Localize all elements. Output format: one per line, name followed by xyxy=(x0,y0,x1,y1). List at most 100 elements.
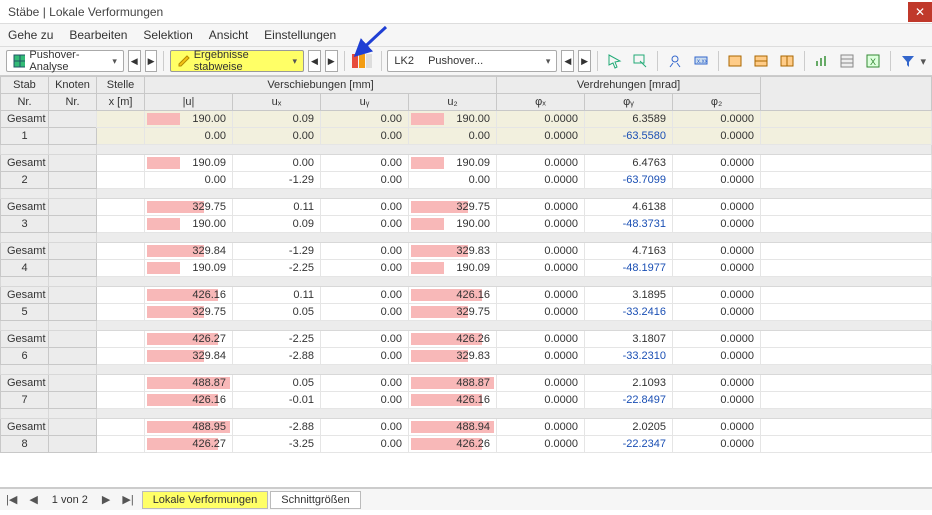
value-cell: 0.0000 xyxy=(497,419,585,436)
knoten-cell[interactable] xyxy=(49,243,97,260)
knoten-cell[interactable] xyxy=(49,199,97,216)
stelle-cell xyxy=(97,128,145,145)
value-cell: -0.01 xyxy=(233,392,321,409)
tool-chart[interactable] xyxy=(811,50,833,72)
close-button[interactable]: ✕ xyxy=(908,2,932,22)
value-cell: 0.00 xyxy=(321,128,409,145)
filter-more[interactable]: ▾ xyxy=(920,55,926,68)
lc-code: LK2 xyxy=(394,55,414,67)
value-cell: -48.1977 xyxy=(585,260,673,277)
tool-window[interactable] xyxy=(630,50,652,72)
menu-einstellungen[interactable]: Einstellungen xyxy=(264,28,336,42)
value-cell: 329.75 xyxy=(409,199,497,216)
value-cell: 488.95 xyxy=(145,419,233,436)
stelle-cell xyxy=(97,111,145,128)
value-cell: 0.0000 xyxy=(497,128,585,145)
menu-gehe-zu[interactable]: Gehe zu xyxy=(8,28,53,42)
value-cell: 0.00 xyxy=(321,155,409,172)
table-icon xyxy=(13,54,25,68)
value-cell: 2.1093 xyxy=(585,375,673,392)
knoten-cell[interactable] xyxy=(49,111,97,128)
row-id: 1 xyxy=(1,128,49,145)
header-uz: u₂ xyxy=(409,94,497,111)
value-cell: 426.27 xyxy=(145,331,233,348)
value-cell: 0.00 xyxy=(321,199,409,216)
menubar: Gehe zu Bearbeiten Selektion Ansicht Ein… xyxy=(0,24,932,47)
value-cell: 0.0000 xyxy=(673,172,761,189)
stelle-cell xyxy=(97,287,145,304)
value-cell: 0.00 xyxy=(145,128,233,145)
value-cell: -33.2310 xyxy=(585,348,673,365)
results-dropdown[interactable]: Ergebnisse stabweise ▾ xyxy=(170,50,304,72)
knoten-cell[interactable] xyxy=(49,419,97,436)
value-cell: -1.29 xyxy=(233,172,321,189)
results-prev[interactable]: ◀ xyxy=(308,50,321,72)
analysis-next[interactable]: ▶ xyxy=(145,50,158,72)
tab-schnittgroessen[interactable]: Schnittgrößen xyxy=(270,491,360,509)
tool-filter[interactable] xyxy=(897,50,919,72)
lc-next[interactable]: ▶ xyxy=(578,50,591,72)
menu-bearbeiten[interactable]: Bearbeiten xyxy=(69,28,127,42)
knoten-cell[interactable] xyxy=(49,375,97,392)
tool-select[interactable] xyxy=(604,50,626,72)
value-cell: 0.0000 xyxy=(673,155,761,172)
analysis-prev[interactable]: ◀ xyxy=(128,50,141,72)
color-toggle[interactable] xyxy=(351,50,375,72)
tab-lokale-verformungen[interactable]: Lokale Verformungen xyxy=(142,491,269,509)
table-row-gesamt: Gesamt 329.84 -1.29 0.00 329.83 0.0000 4… xyxy=(1,243,932,260)
row-label: Gesamt xyxy=(1,331,49,348)
tool-table1[interactable] xyxy=(725,50,747,72)
spacer-row xyxy=(1,365,932,375)
value-cell: 0.00 xyxy=(321,243,409,260)
page-first[interactable]: |◀ xyxy=(0,493,23,506)
value-cell: 3.1807 xyxy=(585,331,673,348)
menu-selektion[interactable]: Selektion xyxy=(143,28,192,42)
value-cell: 190.09 xyxy=(409,260,497,277)
menu-ansicht[interactable]: Ansicht xyxy=(209,28,248,42)
tool-table3[interactable] xyxy=(776,50,798,72)
value-cell: -63.7099 xyxy=(585,172,673,189)
value-cell: -2.25 xyxy=(233,260,321,277)
value-cell: 0.0000 xyxy=(673,348,761,365)
header-stelle: Stelle xyxy=(97,77,145,94)
tool-labels[interactable]: x.xx xyxy=(690,50,712,72)
tool-table2[interactable] xyxy=(750,50,772,72)
page-next[interactable]: ▶ xyxy=(96,493,116,506)
value-cell: 0.0000 xyxy=(497,172,585,189)
row-id: 4 xyxy=(1,260,49,277)
lc-prev[interactable]: ◀ xyxy=(561,50,574,72)
value-cell: 0.0000 xyxy=(497,375,585,392)
value-cell: 329.75 xyxy=(145,304,233,321)
header-knoten: Knoten xyxy=(49,77,97,94)
tool-sheet[interactable] xyxy=(836,50,858,72)
value-cell: 0.0000 xyxy=(497,287,585,304)
knoten-cell[interactable] xyxy=(49,155,97,172)
svg-text:X: X xyxy=(870,57,876,67)
value-cell: -48.3731 xyxy=(585,216,673,233)
page-indicator: 1 von 2 xyxy=(44,494,96,506)
value-cell: 0.0000 xyxy=(497,111,585,128)
value-cell: 0.0000 xyxy=(497,243,585,260)
analysis-label: Pushover-Analyse xyxy=(29,49,108,73)
analysis-dropdown[interactable]: Pushover-Analyse ▾ xyxy=(6,50,124,72)
page-prev[interactable]: ◀ xyxy=(23,493,43,506)
value-cell: 329.84 xyxy=(145,348,233,365)
table-row: 7 426.16 -0.01 0.00 426.16 0.0000 -22.84… xyxy=(1,392,932,409)
value-cell: 190.00 xyxy=(145,111,233,128)
results-label: Ergebnisse stabweise xyxy=(194,49,289,73)
knoten-cell[interactable] xyxy=(49,287,97,304)
value-cell: 0.05 xyxy=(233,304,321,321)
value-cell: 0.0000 xyxy=(497,331,585,348)
tool-excel[interactable]: X xyxy=(862,50,884,72)
value-cell: 0.00 xyxy=(321,348,409,365)
tool-view[interactable] xyxy=(664,50,686,72)
loadcase-dropdown[interactable]: LK2 Pushover... ▾ xyxy=(387,50,557,72)
results-next[interactable]: ▶ xyxy=(325,50,338,72)
knoten-cell[interactable] xyxy=(49,331,97,348)
window-title: Stäbe | Lokale Verformungen xyxy=(8,5,163,19)
value-cell: 0.00 xyxy=(321,287,409,304)
value-cell: 0.09 xyxy=(233,216,321,233)
value-cell: 0.00 xyxy=(321,436,409,453)
page-last[interactable]: ▶| xyxy=(116,493,139,506)
row-label: Gesamt xyxy=(1,287,49,304)
